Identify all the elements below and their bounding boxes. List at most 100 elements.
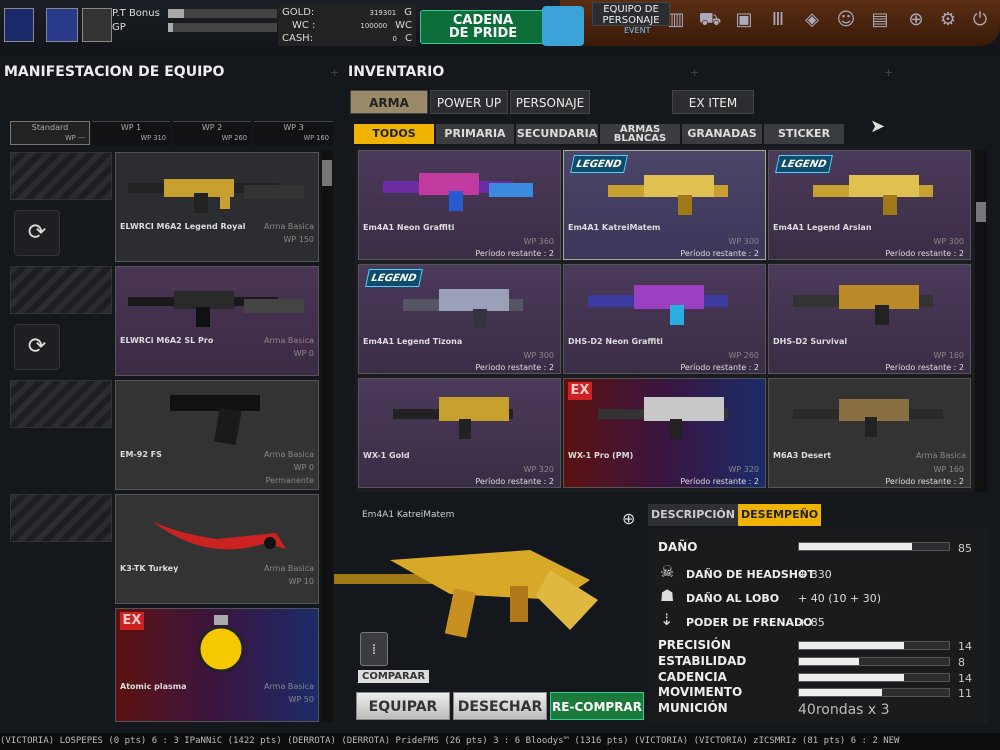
stability-bar — [798, 657, 950, 666]
gp-label: GP — [112, 21, 126, 33]
damage-bar — [798, 542, 950, 551]
pistol-image — [170, 395, 260, 446]
subtab-todos[interactable]: TODOS — [354, 124, 434, 144]
card-wp: WP 160 — [933, 465, 964, 474]
item-duration: Permanente — [265, 476, 314, 485]
tab-equipo-personaje[interactable]: EQUIPO DE PERSONAJE — [592, 2, 670, 26]
compare-button[interactable]: COMPARAR — [358, 670, 430, 683]
friends-icon[interactable]: ☺ — [834, 8, 858, 32]
rebuy-button[interactable]: RE-COMPRAR — [550, 692, 644, 720]
stats-icon[interactable]: ▤ — [868, 8, 892, 32]
globe-icon[interactable]: ⊕ — [904, 8, 928, 32]
box-icon[interactable]: ◈ — [800, 8, 824, 32]
rifle-neon-image — [588, 285, 728, 325]
tab-personaje[interactable]: PERSONAJE — [510, 90, 590, 114]
equipped-primary[interactable]: ELWRCI M6A2 Legend Royal Arma Basica WP … — [115, 152, 319, 262]
card-name: DHS-D2 Survival — [773, 337, 848, 346]
gear-icon[interactable]: ⚙ — [936, 8, 960, 32]
scroll-thumb[interactable] — [322, 160, 332, 186]
tab-descripcion[interactable]: DESCRIPCIÓN — [648, 504, 738, 526]
subtab-armas-blancas[interactable]: ARMAS BLANCAS — [600, 124, 680, 144]
tab-ex-item[interactable]: EX ITEM — [672, 90, 754, 114]
inventory-icon[interactable]: ▣ — [732, 8, 756, 32]
equipment-title: MANIFESTACION DE EQUIPO — [4, 64, 225, 80]
wolf-value: + 40 (10 + 30) — [798, 592, 881, 605]
empty-slot[interactable] — [10, 266, 112, 314]
inventory-card[interactable]: LEGEND Em4A1 Legend Tizona WP 300 Períod… — [358, 264, 561, 374]
empty-slot[interactable] — [10, 494, 112, 542]
subtab-sticker[interactable]: STICKER — [764, 124, 844, 144]
inventory-card[interactable]: WX-1 Gold WP 320 Período restante : 2 — [358, 378, 561, 488]
empty-slot[interactable] — [10, 380, 112, 428]
card-name: Em4A1 Legend Tizona — [363, 337, 463, 346]
stability-value: 8 — [958, 656, 965, 669]
currency-panel: GOLD: 319301 G WC : 100000 WC CASH: 0 C — [278, 4, 416, 46]
card-name: M6A3 Desert — [773, 451, 832, 460]
match-ticker: (VICTORIA) LOSPEPES (0 pts) 6 : 3 IPaNNi… — [0, 733, 1000, 750]
subtab-granadas[interactable]: GRANADAS — [682, 124, 762, 144]
grenade-image — [197, 615, 245, 673]
tab-power-up[interactable]: POWER UP — [430, 90, 508, 114]
inventory-card[interactable]: M6A3 Desert Arma Basica WP 160 Período r… — [768, 378, 971, 488]
subtab-primaria[interactable]: PRIMARIA — [436, 124, 514, 144]
wp-tab-1[interactable]: WP 1 WP 310 — [92, 121, 170, 145]
wp-tab-label: WP 1 — [120, 123, 142, 132]
exp-stats: P.T Bonus GP — [112, 6, 277, 46]
knife-image — [152, 521, 286, 550]
gold-value: 319301 — [369, 8, 397, 17]
wp-tab-2[interactable]: WP 2 WP 260 — [173, 121, 251, 145]
zoom-icon[interactable]: ⊕ — [622, 509, 635, 528]
rifle-silver-image — [403, 289, 523, 329]
equip-button[interactable]: EQUIPAR — [356, 692, 450, 720]
equipped-melee[interactable]: K3-TK Turkey Arma Basica WP 10 — [115, 494, 319, 604]
compare-ammo-icon[interactable]: ⁞ — [360, 632, 388, 666]
avatar — [82, 8, 112, 42]
swap-icon[interactable]: ⟳ — [14, 210, 60, 256]
discard-button[interactable]: DESECHAR — [453, 692, 547, 720]
inventory-scrollbar[interactable] — [975, 150, 987, 492]
swap-icon[interactable]: ⟳ — [14, 324, 60, 370]
wolf-label: DAÑO AL LOBO — [686, 592, 780, 605]
equipped-grenade[interactable]: EX Atomic plasma Arma Basica WP 50 — [115, 608, 319, 722]
shop-cart-icon[interactable]: ⛟ — [698, 8, 722, 32]
tab-arma[interactable]: ARMA — [350, 90, 428, 114]
subtab-secundaria[interactable]: SECUNDARIA — [516, 124, 598, 144]
scroll-thumb[interactable] — [976, 202, 986, 222]
equipped-secondary[interactable]: EM-92 FS Arma Basica WP 0 Permanente — [115, 380, 319, 490]
headshot-value: + 330 — [798, 568, 832, 581]
precision-label: PRECISIÓN — [658, 638, 731, 652]
pride-label-2: DE PRIDE — [448, 26, 518, 41]
rifle-gold-image — [393, 397, 513, 439]
headshot-label: DAÑO DE HEADSHOT — [686, 568, 815, 581]
equipped-primary-2[interactable]: ELWRCi M6A2 SL Pro Arma Basica WP 0 — [115, 266, 319, 376]
wp-tab-3[interactable]: WP 3 WP 160 — [254, 121, 333, 145]
cash-unit: C — [405, 33, 412, 44]
card-wp: WP 260 — [728, 351, 759, 360]
inventory-card-selected[interactable]: LEGEND Em4A1 KatreiMatem WP 300 Período … — [563, 150, 766, 260]
plus-decoration: + — [884, 66, 894, 79]
item-wp: WP 50 — [288, 695, 314, 704]
inventory-card[interactable]: DHS-D2 Neon Graffiti WP 260 Período rest… — [563, 264, 766, 374]
card-remaining: Período restante : 2 — [475, 477, 554, 486]
inventory-card[interactable]: DHS-D2 Survival WP 160 Período restante … — [768, 264, 971, 374]
pride-chain-button[interactable]: CADENA DE PRIDE — [420, 10, 546, 44]
pt-bonus-label: P.T Bonus — [112, 7, 160, 19]
empty-slot[interactable] — [10, 152, 112, 200]
item-name: EM-92 FS — [120, 450, 162, 459]
clan-icon[interactable]: Ⅲ — [766, 8, 790, 32]
wp-tab-standard[interactable]: Standard WP --- — [10, 121, 90, 145]
rifle-gold-image — [128, 179, 304, 213]
gift-box-icon[interactable] — [542, 6, 584, 46]
tab-desempeno[interactable]: DESEMPEÑO — [738, 504, 822, 526]
item-wp: WP 0 — [293, 349, 314, 358]
inventory-card[interactable]: Em4A1 Neon Graffiti WP 360 Período resta… — [358, 150, 561, 260]
clan-logo — [4, 8, 34, 42]
precision-bar — [798, 641, 950, 650]
exit-icon[interactable]: ⏻ — [968, 8, 992, 32]
inventory-card[interactable]: EX WX-1 Pro (PM) WP 320 Período restante… — [563, 378, 766, 488]
inventory-title: INVENTARIO — [348, 64, 445, 80]
item-name: Atomic plasma — [120, 682, 187, 691]
gp-bar — [167, 22, 277, 32]
cash-label: CASH: — [282, 33, 314, 44]
inventory-card[interactable]: LEGEND Em4A1 Legend Arslan WP 300 Períod… — [768, 150, 971, 260]
